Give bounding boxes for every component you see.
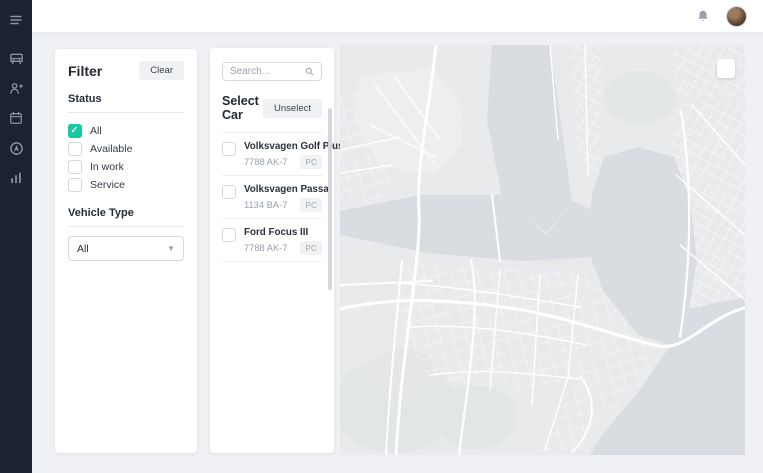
sidebar-item-drivers[interactable]	[4, 76, 28, 100]
car-name: Ford Focus III	[244, 227, 322, 238]
sidebar-item-reports[interactable]	[4, 166, 28, 190]
sidebar-item-tracking[interactable]	[4, 136, 28, 160]
car-list: Volksvagen Golf Plus 1 7788 AK-7 PC Volk…	[222, 132, 322, 262]
car-checkbox[interactable]	[222, 185, 236, 199]
car-list-item[interactable]: Volksvagen Golf Plus 1 7788 AK-7 PC	[222, 133, 322, 176]
checkbox[interactable]	[68, 160, 82, 174]
car-list-item[interactable]: Volksvagen Passat 1134 BA-7 PC	[222, 176, 322, 219]
checkbox[interactable]	[68, 124, 82, 138]
car-type-badge: PC	[300, 241, 322, 255]
status-section-label: Status	[68, 93, 184, 113]
car-plate: 1134 BA-7	[244, 200, 287, 210]
car-type-badge: PC	[300, 155, 322, 169]
car-list-item[interactable]: Ford Focus III 7788 AK-7 PC	[222, 219, 322, 262]
checkbox[interactable]	[68, 142, 82, 156]
fleet-tracking-app: Filter Clear Status All Available In wor…	[0, 0, 763, 473]
search-icon	[305, 67, 314, 76]
car-name: Volksvagen Passat	[244, 184, 322, 195]
map[interactable]	[340, 45, 745, 455]
checkbox[interactable]	[68, 178, 82, 192]
clear-button[interactable]: Clear	[139, 61, 184, 80]
car-type-badge: PC	[300, 198, 322, 212]
car-checkbox[interactable]	[222, 142, 236, 156]
topbar	[32, 0, 763, 33]
status-checkbox-label: Available	[90, 143, 132, 155]
sidebar	[0, 0, 32, 473]
filter-panel: Filter Clear Status All Available In wor…	[55, 49, 197, 453]
search-box[interactable]	[222, 62, 322, 81]
sidebar-item-vehicles[interactable]	[4, 46, 28, 70]
bell-icon[interactable]	[696, 9, 710, 23]
filter-title: Filter	[68, 63, 102, 79]
unselect-button[interactable]: Unselect	[263, 99, 322, 118]
status-checkbox-label: All	[90, 125, 102, 137]
list-scrollbar[interactable]	[328, 108, 332, 290]
status-checkbox-row[interactable]: Available	[68, 140, 184, 158]
calendar-icon	[9, 111, 23, 125]
car-plate: 7788 AK-7	[244, 243, 287, 253]
map-legend	[717, 59, 735, 78]
car-icon	[9, 51, 24, 66]
status-checkbox-label: In work	[90, 161, 124, 173]
menu-icon[interactable]	[4, 8, 28, 32]
search-input[interactable]	[230, 66, 305, 77]
avatar[interactable]	[726, 6, 747, 27]
status-checkbox-row[interactable]: In work	[68, 158, 184, 176]
status-checkbox-row[interactable]: Service	[68, 176, 184, 194]
chevron-down-icon: ▼	[167, 244, 175, 253]
select-car-title: Select Car	[222, 94, 263, 122]
vehicle-type-section-label: Vehicle Type	[68, 207, 184, 227]
vehicle-type-select[interactable]: All ▼	[68, 236, 184, 261]
status-checkbox-list: All Available In work Service	[68, 122, 184, 194]
map-base	[340, 45, 745, 455]
status-checkbox-row[interactable]: All	[68, 122, 184, 140]
sidebar-item-calendar[interactable]	[4, 106, 28, 130]
bar-chart-icon	[9, 171, 23, 185]
car-list-panel: Select Car Unselect Volksvagen Golf Plus…	[210, 48, 334, 453]
vehicle-type-value: All	[77, 243, 89, 255]
car-checkbox[interactable]	[222, 228, 236, 242]
status-checkbox-label: Service	[90, 179, 125, 191]
users-icon	[9, 81, 24, 96]
car-plate: 7788 AK-7	[244, 157, 287, 167]
car-name: Volksvagen Golf Plus 1	[244, 141, 322, 152]
tracking-icon	[9, 141, 24, 156]
